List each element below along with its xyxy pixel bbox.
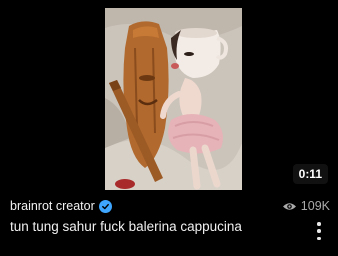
view-count: 109K bbox=[282, 199, 330, 213]
verified-check-icon bbox=[98, 199, 112, 213]
video-meta-row: brainrot creator 109K bbox=[10, 197, 330, 215]
more-vertical-icon[interactable] bbox=[316, 222, 322, 240]
video-title[interactable]: tun tung sahur fuck balerina cappucina bbox=[10, 219, 300, 234]
video-thumbnail[interactable] bbox=[105, 8, 242, 190]
video-card[interactable]: 0:11 brainrot creator 109K tun tung sahu… bbox=[0, 0, 338, 256]
thumbnail-area[interactable]: 0:11 bbox=[0, 0, 338, 190]
creator-info[interactable]: brainrot creator bbox=[10, 199, 112, 213]
eye-icon bbox=[282, 201, 297, 212]
view-count-text: 109K bbox=[300, 199, 330, 213]
creator-name[interactable]: brainrot creator bbox=[10, 199, 95, 213]
video-duration-badge: 0:11 bbox=[292, 164, 328, 184]
thumbnail-image bbox=[105, 8, 242, 190]
